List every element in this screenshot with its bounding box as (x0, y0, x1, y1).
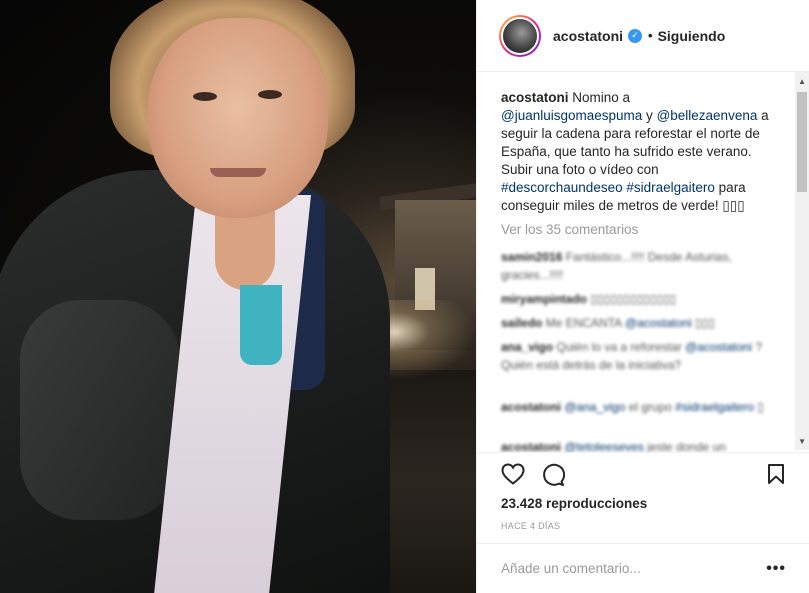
post-timestamp[interactable]: HACE 4 DÍAS (501, 521, 560, 531)
scroll-down-arrow-icon[interactable]: ▼ (798, 437, 806, 446)
more-options-icon[interactable]: ••• (766, 560, 786, 578)
hashtag-link[interactable]: #sidraelgaitero (626, 180, 715, 195)
mention-link[interactable]: @juanluisgomaespuma (501, 108, 642, 123)
post-header: acostatoni ✓ • Siguiendo (477, 0, 809, 72)
scrollbar-thumb[interactable] (797, 92, 807, 192)
mention-link[interactable]: @ana_vigo (564, 400, 625, 414)
face (148, 18, 328, 218)
comment-item: ana_vigo Quién lo va a reforestar @acost… (501, 338, 771, 374)
comments-list: acostatoni Nomino a @juanluisgomaespuma … (477, 72, 809, 452)
hashtag-link[interactable]: #sidraelgaitero (675, 400, 754, 414)
comment-username[interactable]: ana_vigo (501, 340, 553, 354)
comment-text: Me ENCANTA (542, 316, 625, 330)
post-sidebar: acostatoni ✓ • Siguiendo acostatoni Nomi… (476, 0, 809, 593)
avatar-image (501, 16, 539, 55)
header-username[interactable]: acostatoni (553, 28, 623, 44)
scroll-up-arrow-icon[interactable]: ▲ (798, 77, 806, 86)
save-bookmark-icon[interactable] (767, 463, 785, 485)
left-eye (193, 92, 217, 101)
separator-dot: • (648, 28, 653, 43)
verified-icon: ✓ (628, 28, 643, 43)
comment-text: ▯ (754, 400, 764, 414)
mouth (210, 168, 266, 177)
comment-text: jeste donde un (643, 440, 726, 452)
view-count[interactable]: 23.428 reproducciones (501, 496, 647, 511)
hashtag-link[interactable]: #descorchaundeseo (501, 180, 623, 195)
comment-item: samin2016 Fantástico...!!!! Desde Asturi… (501, 248, 771, 284)
comment-item: miryampintado ▯▯▯▯▯▯▯▯▯▯▯▯▯ (501, 290, 771, 308)
comment-username[interactable]: acostatoni (501, 400, 561, 414)
comment-text: Quién lo va a reforestar (553, 340, 686, 354)
action-bar (477, 452, 809, 492)
post-video[interactable] (0, 0, 476, 593)
comment-text: el grupo (625, 400, 676, 414)
add-comment-bar: ••• (477, 543, 809, 593)
right-eye (258, 90, 282, 99)
comment-username[interactable]: miryampintado (501, 292, 587, 306)
post-caption: acostatoni Nomino a @juanluisgomaespuma … (501, 89, 771, 215)
mention-link[interactable]: @acostatoni (685, 340, 752, 354)
caption-username[interactable]: acostatoni (501, 90, 569, 105)
comment-text: ▯▯▯▯▯▯▯▯▯▯▯▯▯ (587, 292, 677, 306)
mention-link[interactable]: @acostatoni (625, 316, 692, 330)
view-all-comments-link[interactable]: Ver los 35 comentarios (501, 222, 638, 237)
caption-text: Nomino a (568, 90, 631, 105)
comment-item: sailedo Me ENCANTA @acostatoni ▯▯▯ (501, 314, 771, 332)
comment-username[interactable]: samin2016 (501, 250, 562, 264)
comment-text: ▯▯▯ (691, 316, 715, 330)
avatar[interactable] (499, 14, 541, 57)
comment-input[interactable] (501, 561, 741, 576)
jacket-fold (20, 300, 180, 520)
mention-link[interactable]: @bellezaenvena (657, 108, 758, 123)
comment-username[interactable]: acostatoni (501, 440, 561, 452)
caption-text: y (642, 108, 657, 123)
comment-bubble-icon[interactable] (541, 463, 565, 487)
comment-item: acostatoni @tetoleeseves jeste donde un (501, 438, 771, 452)
mention-link[interactable]: @tetoleeseves (564, 440, 644, 452)
like-heart-icon[interactable] (501, 463, 525, 485)
following-button[interactable]: Siguiendo (658, 28, 726, 44)
tee-shirt (240, 285, 282, 365)
comment-item: acostatoni @ana_vigo el grupo #sidraelga… (501, 398, 771, 416)
comment-username[interactable]: sailedo (501, 316, 542, 330)
